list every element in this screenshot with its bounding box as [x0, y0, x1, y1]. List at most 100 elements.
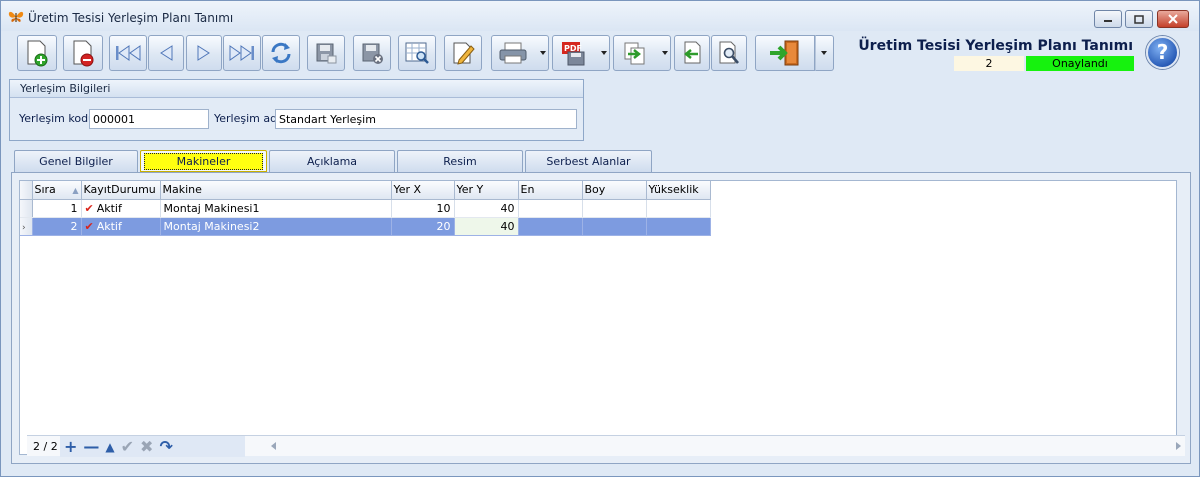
toolbar: PDF	[1, 31, 851, 75]
print-icon	[499, 42, 527, 64]
scroll-right-icon[interactable]	[1176, 442, 1181, 450]
close-icon	[1168, 14, 1178, 24]
refresh-button[interactable]	[262, 35, 300, 71]
name-label: Yerleşim adı	[214, 112, 281, 125]
row-indicator-current[interactable]: ›	[20, 217, 33, 236]
refresh-icon	[271, 42, 291, 64]
pdf-export-button[interactable]: PDF	[552, 35, 610, 71]
save-cancel-icon	[362, 43, 383, 64]
checkmark-icon: ✔	[84, 219, 94, 233]
group-title: Yerleşim Bilgileri	[10, 80, 583, 98]
previous-record-button[interactable]	[148, 35, 184, 71]
cell-yer-y-editing[interactable]: 40	[454, 217, 519, 236]
main-window: Üretim Tesisi Yerleşim Planı Tanımı PDF …	[0, 0, 1200, 477]
column-header-yukseklik[interactable]: Yükseklik	[646, 181, 711, 200]
row-indicator[interactable]	[20, 199, 33, 218]
last-record-icon	[229, 45, 254, 61]
cell-sira[interactable]: 1	[32, 199, 82, 218]
column-header-makine[interactable]: Makine	[160, 181, 392, 200]
column-header-sira[interactable]: Sıra ▲	[32, 181, 82, 200]
next-record-button[interactable]	[186, 35, 222, 71]
export-button[interactable]	[613, 35, 671, 71]
new-record-icon	[27, 40, 48, 67]
delete-record-button[interactable]	[63, 35, 103, 71]
import-icon	[683, 41, 701, 64]
cell-boy[interactable]	[582, 199, 647, 218]
navigator-buttons: + — ▲ ✔ ✖ ↷	[60, 436, 245, 457]
status-badge: Onaylandı	[1026, 56, 1134, 71]
code-input[interactable]	[89, 109, 209, 129]
pdf-export-icon: PDF	[562, 42, 585, 66]
print-button[interactable]	[491, 35, 549, 71]
save-button[interactable]	[307, 35, 345, 71]
help-icon: ?	[1156, 40, 1169, 64]
restore-icon	[1134, 14, 1144, 24]
exit-icon	[770, 40, 799, 66]
pdf-dropdown-icon[interactable]	[601, 51, 607, 55]
cancel-icon[interactable]: ✖	[140, 438, 153, 455]
form-title: Üretim Tesisi Yerleşim Planı Tanımı	[858, 38, 1133, 54]
help-button[interactable]: ?	[1146, 36, 1179, 69]
post-icon[interactable]: ✔	[121, 438, 134, 455]
title-bar: Üretim Tesisi Yerleşim Planı Tanımı	[1, 1, 1199, 31]
move-up-icon[interactable]: ▲	[105, 439, 114, 455]
cell-yer-x[interactable]: 10	[391, 199, 455, 218]
cell-makine[interactable]: Montaj Makinesi2	[160, 217, 392, 236]
exit-dropdown-icon	[821, 51, 827, 55]
table-row-selected[interactable]: › 2 ✔ Aktif Montaj Makinesi2 20 40	[20, 217, 711, 236]
table-row[interactable]: 1 ✔ Aktif Montaj Makinesi1 10 40	[20, 199, 711, 218]
tab-general-label: Genel Bilgiler	[39, 155, 113, 168]
import-button[interactable]	[674, 35, 710, 71]
last-record-button[interactable]	[223, 35, 261, 71]
tab-custom-fields-label: Serbest Alanlar	[546, 155, 631, 168]
export-dropdown-icon[interactable]	[662, 51, 668, 55]
close-button[interactable]	[1157, 10, 1189, 28]
first-record-button[interactable]	[109, 35, 147, 71]
tab-general[interactable]: Genel Bilgiler	[14, 150, 138, 172]
new-record-button[interactable]	[17, 35, 57, 71]
scroll-left-icon[interactable]	[271, 442, 276, 450]
minimize-button[interactable]	[1094, 10, 1122, 28]
tab-machines[interactable]: Makineler	[140, 150, 267, 172]
cell-durum[interactable]: ✔ Aktif	[81, 199, 161, 218]
preview-button[interactable]	[398, 35, 436, 71]
cell-en[interactable]	[518, 199, 583, 218]
current-row-icon: ›	[22, 222, 26, 233]
edit-button[interactable]	[444, 35, 482, 71]
column-header-yer-y[interactable]: Yer Y	[454, 181, 519, 200]
exit-button[interactable]	[755, 35, 815, 71]
cell-makine[interactable]: Montaj Makinesi1	[160, 199, 392, 218]
cell-yer-y[interactable]: 40	[454, 199, 519, 218]
column-header-yer-x[interactable]: Yer X	[391, 181, 455, 200]
machines-panel: Sıra ▲ KayıtDurumu Makine Yer X Yer Y En…	[11, 172, 1191, 464]
column-header-kayitdurumu[interactable]: KayıtDurumu	[81, 181, 161, 200]
window-title: Üretim Tesisi Yerleşim Planı Tanımı	[28, 11, 234, 25]
remove-icon[interactable]: —	[83, 438, 99, 455]
tab-image-label: Resim	[443, 155, 477, 168]
column-header-boy[interactable]: Boy	[582, 181, 647, 200]
cell-yer-x[interactable]: 20	[391, 217, 455, 236]
name-input[interactable]	[275, 109, 577, 129]
tab-image[interactable]: Resim	[397, 150, 523, 172]
refresh-icon[interactable]: ↷	[159, 438, 172, 455]
append-icon[interactable]: +	[64, 438, 77, 455]
cell-yukseklik[interactable]	[646, 217, 711, 236]
cell-yukseklik[interactable]	[646, 199, 711, 218]
cell-durum[interactable]: ✔ Aktif	[81, 217, 161, 236]
maximize-button[interactable]	[1125, 10, 1153, 28]
print-dropdown-icon[interactable]	[540, 51, 546, 55]
cell-sira[interactable]: 2	[32, 217, 82, 236]
exit-dropdown-button[interactable]	[815, 35, 834, 71]
column-header-en[interactable]: En	[518, 181, 583, 200]
tab-description[interactable]: Açıklama	[269, 150, 395, 172]
search-button[interactable]	[711, 35, 747, 71]
tab-custom-fields[interactable]: Serbest Alanlar	[525, 150, 652, 172]
machines-grid[interactable]: Sıra ▲ KayıtDurumu Makine Yer X Yer Y En…	[19, 180, 1185, 457]
first-record-icon	[116, 45, 141, 61]
tab-description-label: Açıklama	[306, 155, 358, 168]
cell-boy[interactable]	[582, 217, 647, 236]
save-cancel-button[interactable]	[353, 35, 391, 71]
cell-en[interactable]	[518, 217, 583, 236]
minimize-icon	[1104, 20, 1112, 22]
next-record-icon	[197, 45, 210, 61]
